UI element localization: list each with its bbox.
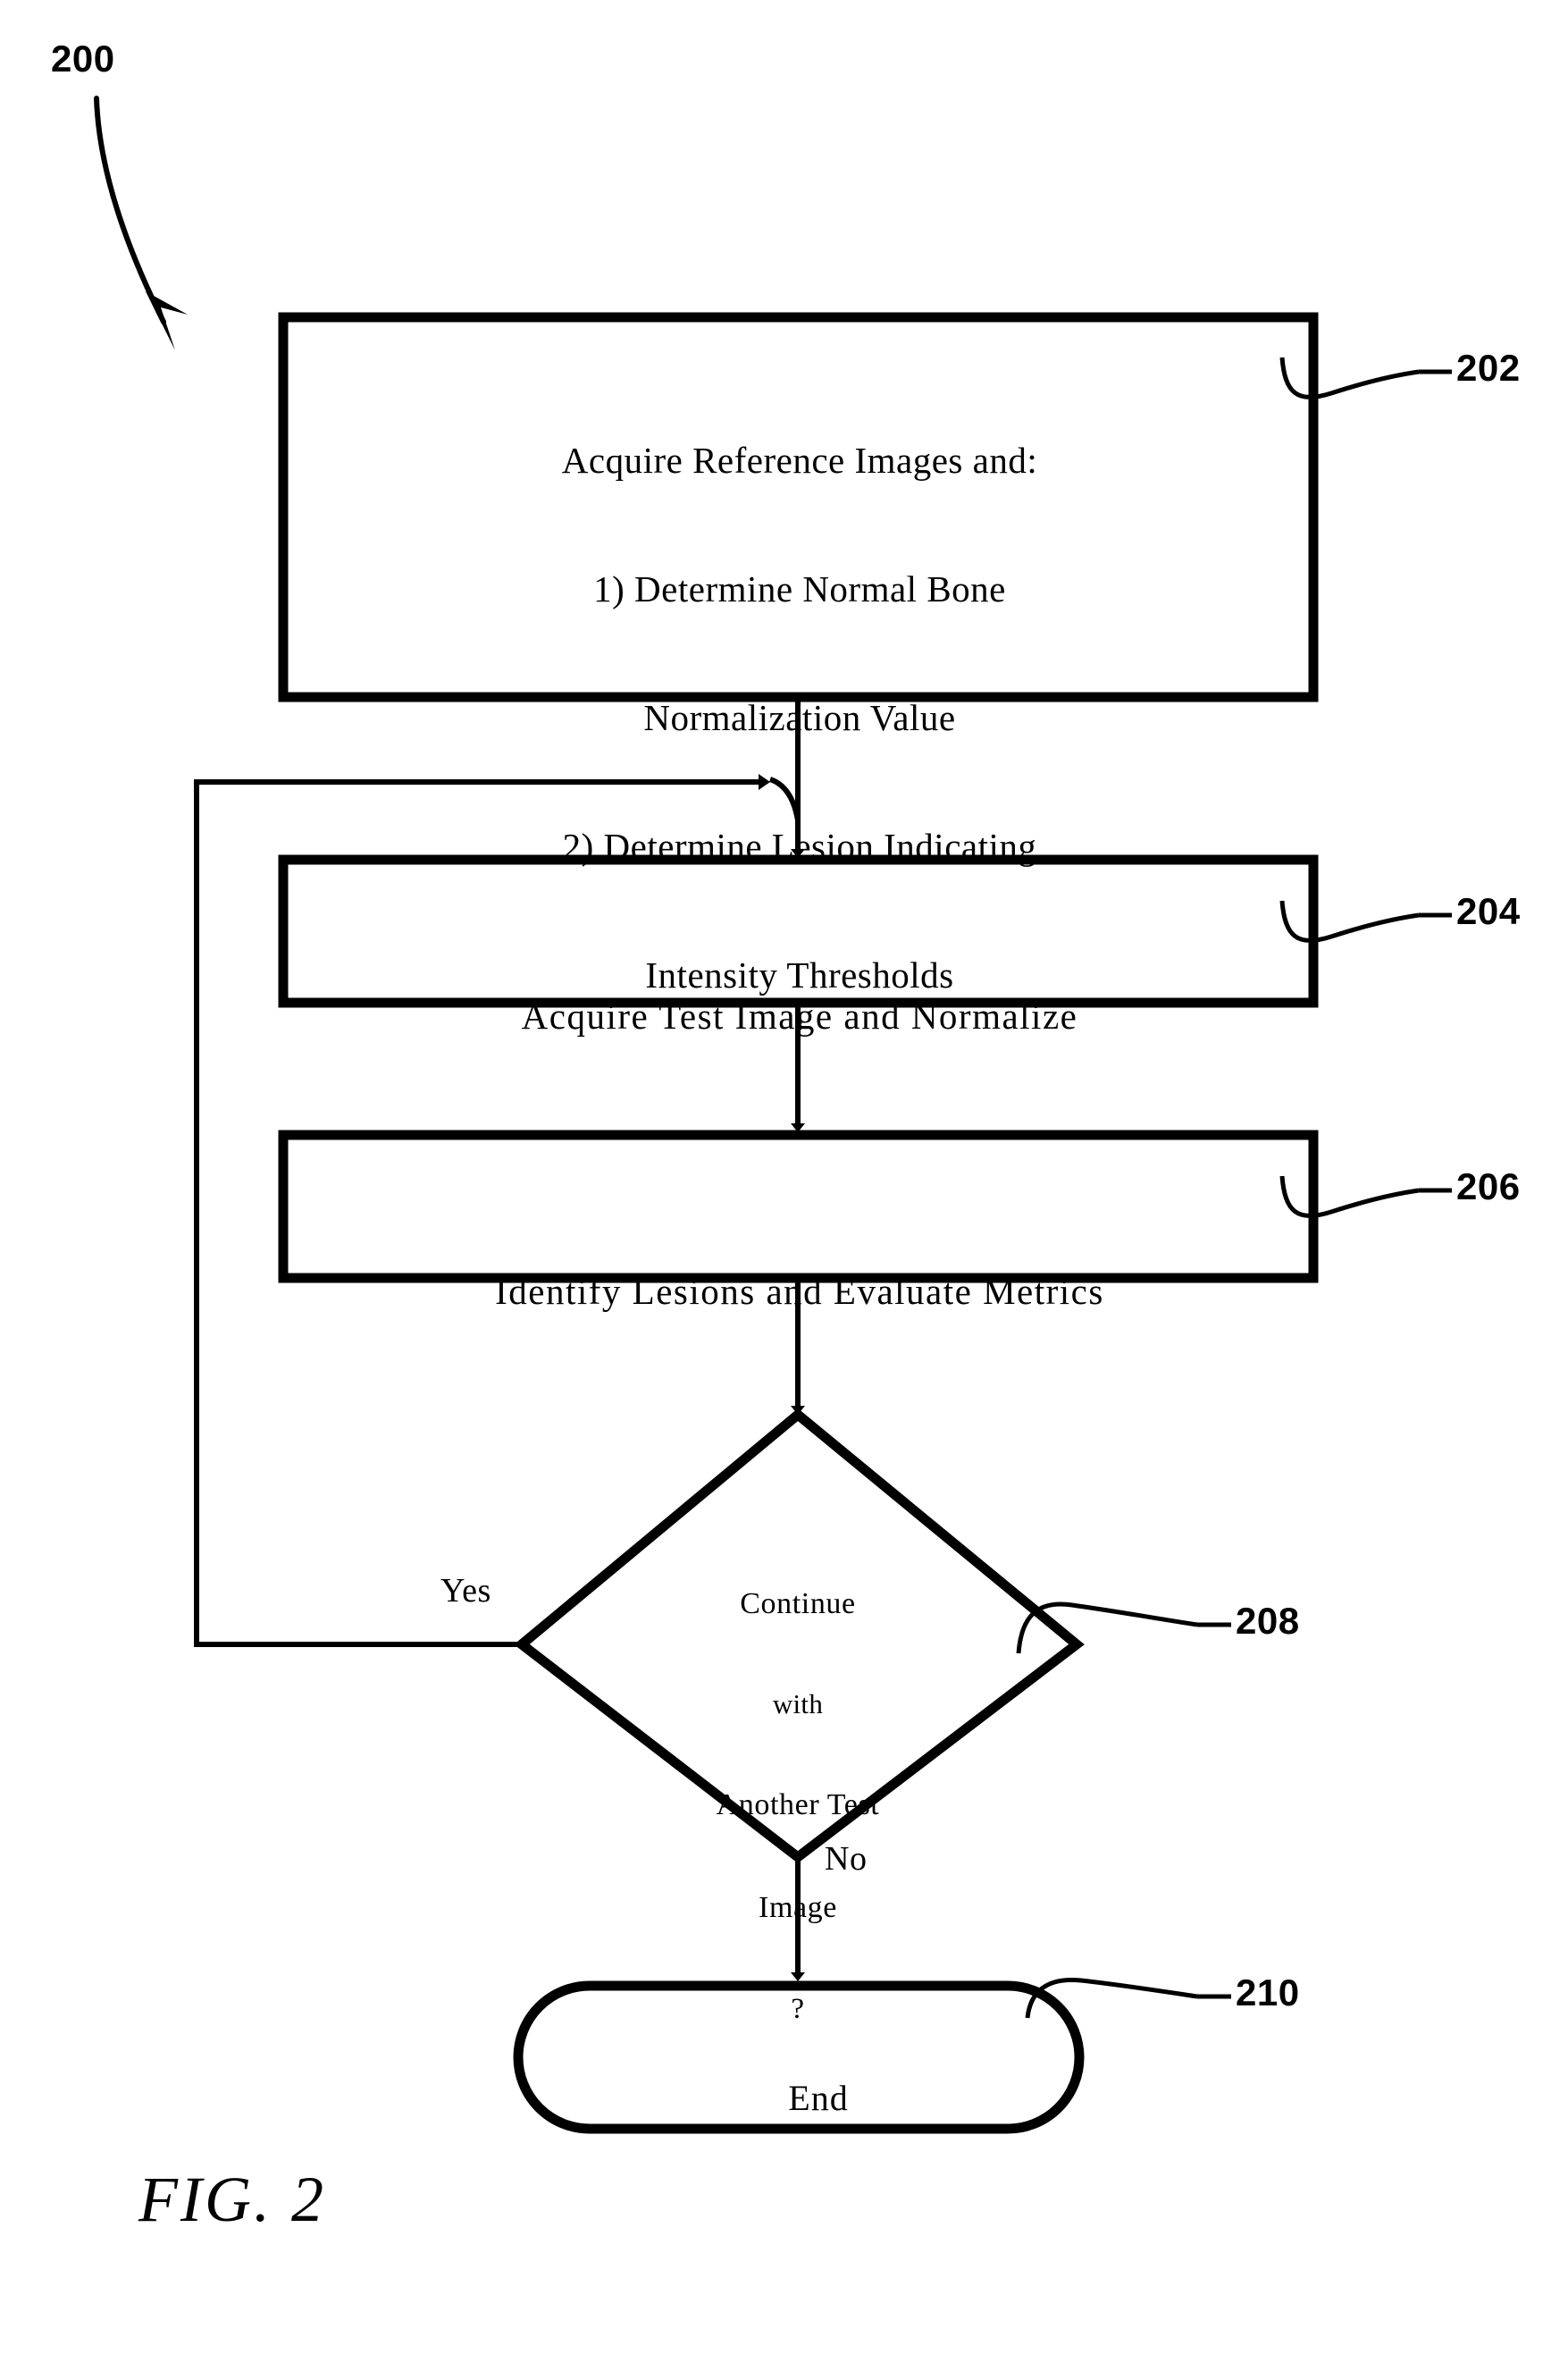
- box-202-line-1: Acquire Reference Images and:: [561, 439, 1038, 481]
- diamond-208-line-3: Another Test: [716, 1788, 880, 1822]
- diamond-208-line-1: Continue: [740, 1587, 856, 1621]
- reference-numeral-200: 200: [51, 38, 115, 80]
- box-202-line-4: 2) Determine Lesion Indicating: [562, 825, 1037, 867]
- figure-ref-200-leader: [94, 96, 188, 350]
- reference-numeral-206: 206: [1456, 1165, 1521, 1207]
- decision-diamond-208-text: Continue with Another Test Image ?: [619, 1519, 977, 2094]
- diamond-208-line-4: Image: [759, 1890, 837, 1924]
- end-210-line-1: End: [788, 2077, 849, 2118]
- branch-label-yes: Yes: [440, 1572, 491, 1610]
- figure-caption: FIG. 2: [138, 2164, 326, 2235]
- reference-numeral-204: 204: [1456, 890, 1521, 932]
- reference-numeral-208: 208: [1236, 1600, 1300, 1642]
- patent-figure-page: Acquire Reference Images and: 1) Determi…: [0, 0, 1568, 2379]
- diamond-208-line-5: ?: [791, 1992, 805, 2025]
- box-206-line-1: Identify Lesions and Evaluate Metrics: [495, 1270, 1104, 1312]
- reference-numeral-210: 210: [1236, 1971, 1300, 2013]
- process-box-206-text: Identify Lesions and Evaluate Metrics: [295, 1185, 1304, 1400]
- box-204-line-1: Acquire Test Image and Normalize: [521, 995, 1078, 1037]
- box-202-line-2: 1) Determine Normal Bone: [593, 567, 1006, 609]
- reference-numeral-202: 202: [1456, 347, 1521, 389]
- diamond-208-line-2: with: [772, 1688, 824, 1720]
- terminator-end-210-text: End: [518, 2036, 1079, 2161]
- process-box-204-text: Acquire Test Image and Normalize: [295, 910, 1304, 1124]
- box-202-line-3: Normalization Value: [643, 696, 956, 738]
- branch-label-no: No: [825, 1840, 868, 1878]
